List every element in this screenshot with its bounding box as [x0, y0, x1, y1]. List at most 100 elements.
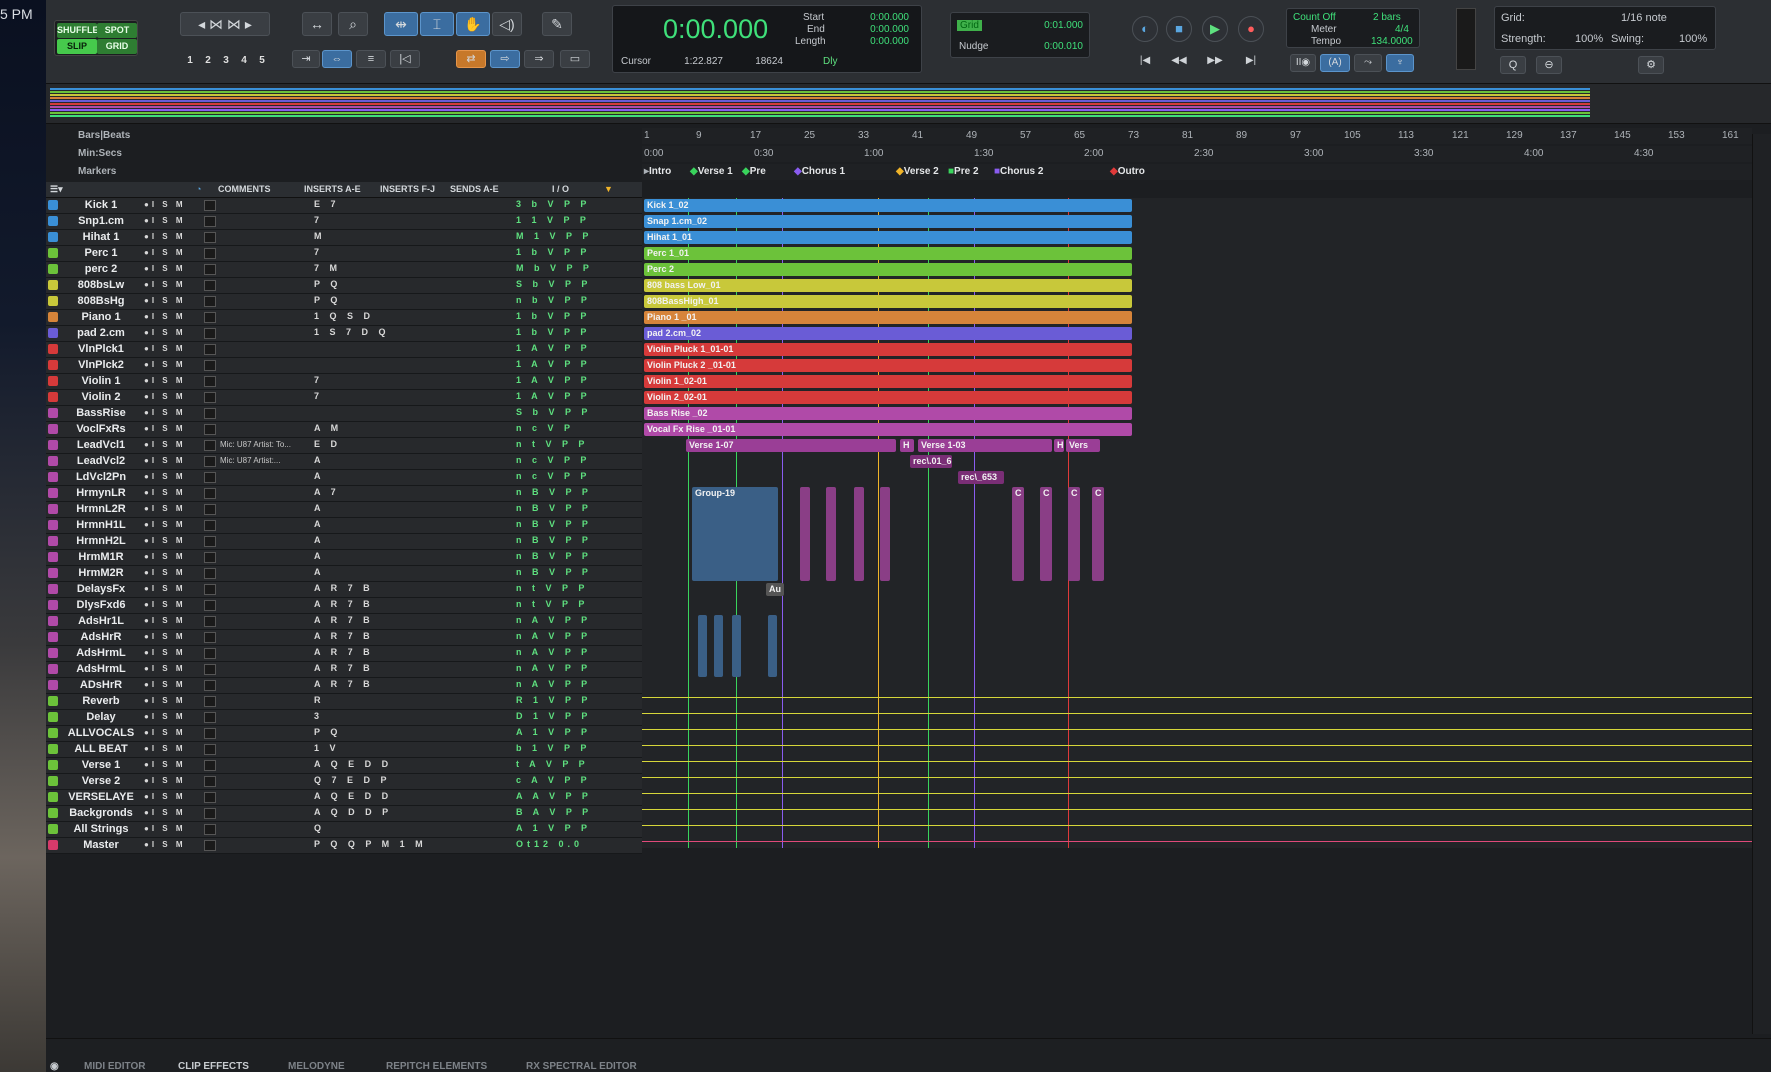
adlib-clip[interactable]: [698, 615, 707, 677]
audio-clip[interactable]: Bass Rise _02: [644, 407, 1132, 420]
universe-view[interactable]: [46, 84, 1771, 124]
track-color-icon[interactable]: [48, 808, 58, 818]
track-inserts[interactable]: A R 7 B: [314, 599, 444, 609]
track-color-icon[interactable]: [48, 632, 58, 642]
tab-rx-spectral-editor[interactable]: RX SPECTRAL EDITOR: [526, 1061, 637, 1072]
vocal-clip[interactable]: rec\_653: [958, 471, 1004, 484]
insertion-follows-icon[interactable]: |◁: [390, 50, 420, 68]
audio-clip[interactable]: Kick 1_02: [644, 199, 1132, 212]
tab-midi-editor[interactable]: MIDI EDITOR: [84, 1061, 145, 1072]
harmony-clip[interactable]: [826, 487, 836, 581]
track-rec-solo-mute-buttons[interactable]: ●I S M: [144, 440, 204, 451]
track-io[interactable]: n b V P P: [516, 295, 606, 305]
track-inserts[interactable]: A: [314, 535, 444, 545]
settings-gear-icon[interactable]: ⚙: [1638, 56, 1664, 74]
track-color-icon[interactable]: [48, 200, 58, 210]
track-rec-solo-mute-buttons[interactable]: ●I S M: [144, 728, 204, 739]
track-rec-solo-mute-buttons[interactable]: ●I S M: [144, 680, 204, 691]
track-name[interactable]: Kick 1: [60, 199, 142, 211]
track-rec-solo-mute-buttons[interactable]: ●I S M: [144, 536, 204, 547]
grabber-tool-icon[interactable]: ✋: [456, 12, 490, 36]
track-color-icon[interactable]: [48, 488, 58, 498]
volume-automation-line[interactable]: [642, 825, 1752, 826]
track-color-icon[interactable]: [48, 248, 58, 258]
track-name[interactable]: pad 2.cm: [60, 327, 142, 339]
vocal-clip[interactable]: H: [1054, 439, 1064, 452]
track-row[interactable]: HrmM1R ●I S M An B V P P: [46, 550, 642, 566]
track-row[interactable]: Violin 2 ●I S M 7 1 A V P P: [46, 390, 642, 406]
track-color-icon[interactable]: [48, 440, 58, 450]
volume-automation-line[interactable]: [642, 809, 1752, 810]
audio-clip[interactable]: Violin 1_02-01: [644, 375, 1132, 388]
track-color-icon[interactable]: [48, 504, 58, 514]
marker-intro[interactable]: ▸Intro: [644, 166, 671, 177]
track-rec-solo-mute-buttons[interactable]: ●I S M: [144, 648, 204, 659]
track-name[interactable]: Perc 1: [60, 247, 142, 259]
fast-forward-icon[interactable]: ▶▶: [1202, 55, 1228, 71]
zoom-preset-1[interactable]: 1: [182, 53, 198, 69]
track-rec-solo-mute-buttons[interactable]: ●I S M: [144, 264, 204, 275]
tab-clip-effects[interactable]: CLIP EFFECTS: [178, 1061, 249, 1072]
track-row[interactable]: 808bsLw ●I S M P Q S b V P P: [46, 278, 642, 294]
track-color-icon[interactable]: [48, 584, 58, 594]
track-color-icon[interactable]: [48, 744, 58, 754]
track-rec-solo-mute-buttons[interactable]: ●I S M: [144, 568, 204, 579]
rewind-icon[interactable]: ◀◀: [1166, 55, 1192, 71]
track-name[interactable]: Verse 1: [60, 759, 142, 771]
track-io[interactable]: n B V P P: [516, 503, 606, 513]
zoom-preset-3[interactable]: 3: [218, 53, 234, 69]
track-name[interactable]: AdsHr1L: [60, 615, 142, 627]
end-value[interactable]: 0:00.000: [843, 24, 909, 35]
harmony-clip[interactable]: [800, 487, 810, 581]
columns-menu-icon[interactable]: ☰▾: [50, 184, 63, 195]
track-row[interactable]: VlnPlck1 ●I S M 1 A V P P: [46, 342, 642, 358]
track-color-icon[interactable]: [48, 296, 58, 306]
track-inserts[interactable]: 7: [314, 247, 444, 257]
track-row[interactable]: Verse 1 ●I S M A Q E D D t A V P P: [46, 758, 642, 774]
track-io[interactable]: n A V P P: [516, 663, 606, 673]
track-color-icon[interactable]: [48, 360, 58, 370]
track-name[interactable]: HrmnH2L: [60, 535, 142, 547]
track-row[interactable]: AdsHrmL ●I S M A R 7 B n A V P P: [46, 646, 642, 662]
track-row[interactable]: Hihat 1 ●I S M M M 1 V P P: [46, 230, 642, 246]
tab-melodyne[interactable]: MELODYNE: [288, 1061, 345, 1072]
track-name[interactable]: LeadVcl1: [60, 439, 142, 451]
volume-automation-line[interactable]: [642, 841, 1752, 842]
track-rec-solo-mute-buttons[interactable]: ●I S M: [144, 824, 204, 835]
track-io[interactable]: n t V P P: [516, 439, 606, 449]
track-io[interactable]: R 1 V P P: [516, 695, 606, 705]
track-row[interactable]: Violin 1 ●I S M 7 1 A V P P: [46, 374, 642, 390]
track-name[interactable]: Violin 2: [60, 391, 142, 403]
track-io[interactable]: n A V P P: [516, 679, 606, 689]
track-name[interactable]: VlnPlck2: [60, 359, 142, 371]
track-inserts[interactable]: R: [314, 695, 444, 705]
track-io[interactable]: n t V P P: [516, 599, 606, 609]
track-rec-solo-mute-buttons[interactable]: ●I S M: [144, 776, 204, 787]
track-comment[interactable]: Mic: U87 Artist:...: [220, 456, 310, 465]
go-to-end-icon[interactable]: ▶|: [1238, 55, 1264, 71]
track-rec-solo-mute-buttons[interactable]: ●I S M: [144, 712, 204, 723]
marker-chorus-1[interactable]: ◆Chorus 1: [794, 166, 845, 177]
track-inserts[interactable]: 1 V: [314, 743, 444, 753]
zoom-out-icon[interactable]: ⊖: [1536, 56, 1562, 74]
harmony-clip[interactable]: C: [1012, 487, 1024, 581]
bottom-panel-toggle-icon[interactable]: ◉: [50, 1061, 59, 1072]
track-inserts[interactable]: A R 7 B: [314, 647, 444, 657]
track-row[interactable]: ALLVOCALS ●I S M P Q A 1 V P P: [46, 726, 642, 742]
track-name[interactable]: Master: [60, 839, 142, 851]
track-io[interactable]: B A V P P: [516, 807, 606, 817]
track-rec-solo-mute-buttons[interactable]: ●I S M: [144, 376, 204, 387]
track-name[interactable]: DelaysFx: [60, 583, 142, 595]
track-row[interactable]: Piano 1 ●I S M 1 Q S D 1 b V P P: [46, 310, 642, 326]
track-name[interactable]: 808BsHg: [60, 295, 142, 307]
adlib-clip[interactable]: [714, 615, 723, 677]
marker-outro[interactable]: ◆Outro: [1110, 166, 1145, 177]
zoom-preset-4[interactable]: 4: [236, 53, 252, 69]
track-inserts[interactable]: P Q Q P M 1 M: [314, 839, 444, 849]
click-icon[interactable]: (A): [1320, 54, 1350, 72]
track-name[interactable]: HrmynLR: [60, 487, 142, 499]
track-name[interactable]: perc 2: [60, 263, 142, 275]
tab-to-transient-icon[interactable]: ⇥: [292, 50, 320, 68]
track-color-icon[interactable]: [48, 456, 58, 466]
track-name[interactable]: All Strings: [60, 823, 142, 835]
